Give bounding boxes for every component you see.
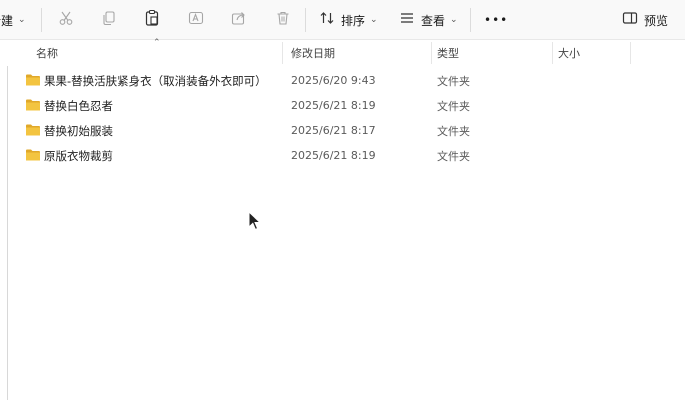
toolbar-divider	[305, 8, 306, 32]
file-type: 文件夹	[437, 149, 470, 163]
view-icon	[399, 10, 415, 30]
column-size-label: 大小	[558, 47, 580, 60]
column-type-label: 类型	[437, 47, 459, 60]
sort-button[interactable]: 排序 ⌄	[319, 0, 378, 40]
column-header-name[interactable]: 名称	[36, 40, 58, 66]
column-divider[interactable]	[282, 42, 283, 64]
file-name: 替换白色忍者	[44, 98, 113, 113]
delete-button[interactable]	[275, 0, 291, 40]
file-name: 原版衣物裁剪	[44, 148, 113, 163]
paste-icon	[144, 9, 160, 31]
rename-button[interactable]	[188, 0, 204, 40]
column-divider[interactable]	[630, 42, 631, 64]
column-header: 名称 修改日期 类型 大小	[0, 40, 685, 66]
toolbar-divider	[470, 8, 471, 32]
column-modified-label: 修改日期	[291, 47, 335, 60]
copy-icon	[101, 10, 117, 30]
file-row[interactable]: 替换白色忍者 2025/6/21 8:19 文件夹	[20, 93, 670, 118]
column-divider[interactable]	[431, 42, 432, 64]
folder-icon	[26, 149, 40, 161]
file-type: 文件夹	[437, 74, 470, 88]
folder-icon	[26, 124, 40, 136]
column-name-label: 名称	[36, 47, 58, 60]
view-label: 查看	[421, 13, 446, 28]
rename-icon	[188, 10, 204, 30]
paste-button[interactable]	[144, 0, 160, 40]
view-button[interactable]: 查看 ⌄	[399, 0, 458, 40]
file-row[interactable]: 果果-替换活肤紧身衣（取消装备外衣即可） 2025/6/20 9:43 文件夹	[20, 68, 670, 93]
copy-button[interactable]	[101, 0, 117, 40]
file-modified: 2025/6/21 8:19	[291, 99, 376, 112]
file-name: 替换初始服装	[44, 123, 113, 138]
preview-label: 预览	[644, 13, 669, 28]
sort-icon	[319, 10, 335, 30]
delete-icon	[275, 10, 291, 30]
sort-label: 排序	[341, 13, 366, 28]
share-button[interactable]	[231, 0, 247, 40]
file-name: 果果-替换活肤紧身衣（取消装备外衣即可）	[44, 73, 267, 88]
mouse-cursor-icon	[248, 211, 262, 231]
file-modified: 2025/6/20 9:43	[291, 74, 376, 87]
column-header-size[interactable]: 大小	[558, 40, 580, 66]
toolbar-divider	[41, 8, 42, 32]
chevron-down-icon: ⌄	[18, 15, 26, 25]
file-row[interactable]: 替换初始服装 2025/6/21 8:17 文件夹	[20, 118, 670, 143]
cut-button[interactable]	[58, 0, 74, 40]
more-options-button[interactable]: •••	[484, 0, 508, 40]
new-button[interactable]: 新建 ⌄	[0, 0, 26, 40]
command-bar: 新建 ⌄ 排序 ⌄	[0, 0, 685, 40]
file-type: 文件夹	[437, 99, 470, 113]
folder-icon	[26, 99, 40, 111]
chevron-down-icon: ⌄	[370, 15, 378, 25]
column-header-modified[interactable]: 修改日期	[291, 40, 335, 66]
column-divider[interactable]	[552, 42, 553, 64]
preview-pane-icon	[622, 10, 638, 30]
file-row[interactable]: 原版衣物裁剪 2025/6/21 8:19 文件夹	[20, 143, 670, 168]
folder-icon	[26, 74, 40, 86]
share-icon	[231, 10, 247, 30]
sort-ascending-icon: ⌃	[153, 38, 161, 48]
preview-pane-button[interactable]: 预览	[622, 0, 668, 40]
new-label: 新建	[0, 13, 14, 28]
file-modified: 2025/6/21 8:17	[291, 124, 376, 137]
file-type: 文件夹	[437, 124, 470, 138]
more-icon: •••	[484, 13, 509, 27]
chevron-down-icon: ⌄	[450, 15, 458, 25]
column-header-type[interactable]: 类型	[437, 40, 459, 66]
pane-divider	[7, 66, 8, 400]
cut-icon	[58, 10, 74, 30]
file-modified: 2025/6/21 8:19	[291, 149, 376, 162]
